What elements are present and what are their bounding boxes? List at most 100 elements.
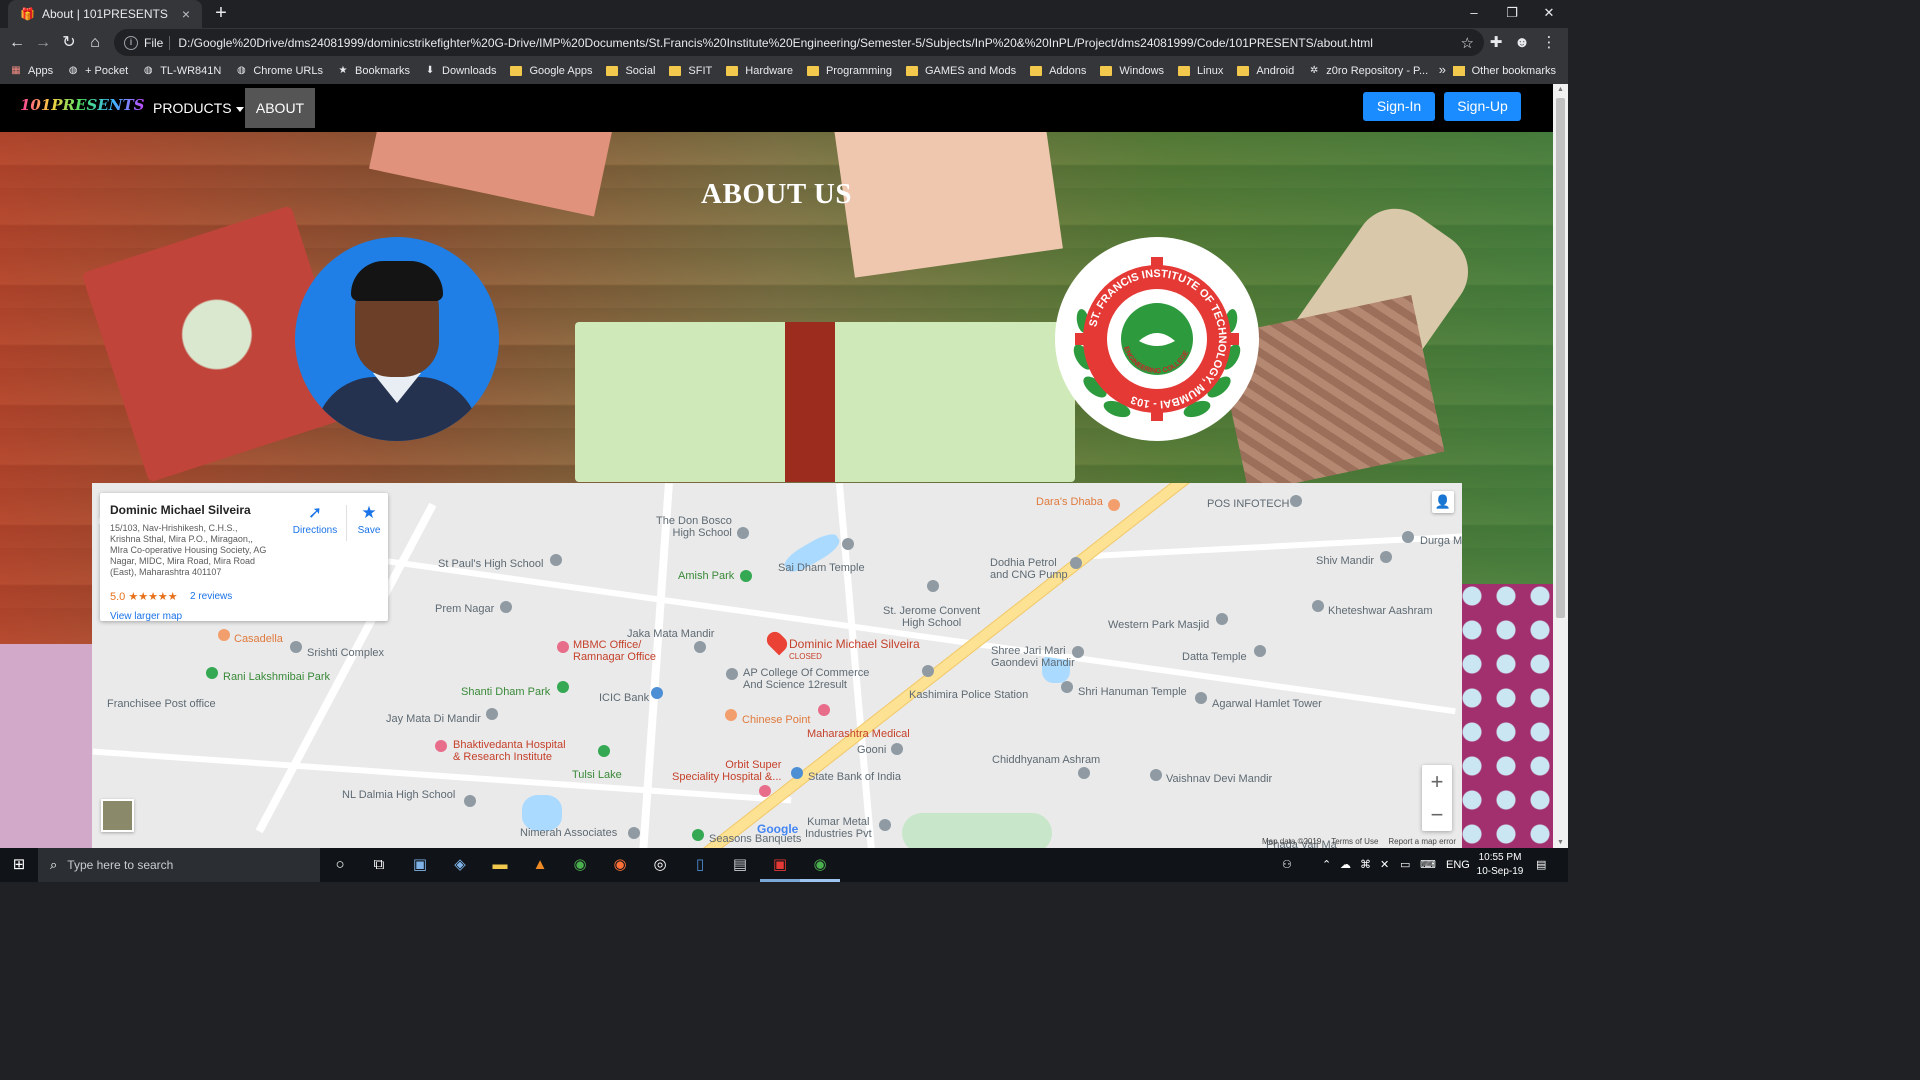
scrollbar-thumb[interactable] <box>1556 98 1565 618</box>
keyboard-icon[interactable]: ⌨ <box>1420 848 1436 882</box>
poi-rani-lakshmibai[interactable]: Rani Lakshmibai Park <box>223 671 330 683</box>
bookmark-folder-google-apps[interactable]: Google Apps <box>510 65 592 77</box>
remote-desktop-icon[interactable]: ▣ <box>408 853 432 877</box>
map-poi-pin[interactable] <box>1195 692 1207 704</box>
poi-hanuman-temple[interactable]: Shri Hanuman Temple <box>1078 686 1187 698</box>
system-clock[interactable]: 10:55 PM 10-Sep-19 <box>1470 851 1530 879</box>
poi-jari-mari[interactable]: Shree Jari Mari Gaondevi Mandir <box>991 645 1075 669</box>
map-poi-pin[interactable] <box>1108 499 1120 511</box>
bookmark-folder-programming[interactable]: Programming <box>806 65 892 77</box>
language-indicator[interactable]: ENG <box>1446 848 1470 882</box>
poi-nimerah[interactable]: Nimerah Associates <box>520 827 617 839</box>
map-poi-pin[interactable] <box>694 641 706 653</box>
map-poi-pin[interactable] <box>1290 495 1302 507</box>
task-view-icon[interactable]: ⧉ <box>367 853 391 877</box>
map-poi-pin[interactable] <box>550 554 562 566</box>
back-icon[interactable]: ← <box>6 32 28 54</box>
onedrive-cloud-icon[interactable]: ☁ <box>1340 848 1351 882</box>
bookmark-downloads[interactable]: ⬇ Downloads <box>424 65 497 77</box>
poi-maharashtra-medical[interactable]: Maharashtra Medical <box>807 728 910 740</box>
taskbar-search-box[interactable]: ⌕ Type here to search <box>38 848 320 882</box>
map-poi-pin[interactable] <box>818 704 830 716</box>
xbox-icon[interactable]: ◎ <box>648 853 672 877</box>
map-poi-pin[interactable] <box>464 795 476 807</box>
restore-button[interactable]: ❐ <box>1493 0 1531 28</box>
poi-bhaktivedanta[interactable]: Bhaktivedanta Hospital & Research Instit… <box>453 739 566 763</box>
bookmark-folder-social[interactable]: Social <box>606 65 655 77</box>
poi-st-pauls[interactable]: St Paul's High School <box>438 558 543 570</box>
home-icon[interactable]: ⌂ <box>84 32 106 54</box>
map-poi-pin[interactable] <box>651 687 663 699</box>
bookmark-star-icon[interactable]: ☆ <box>1461 34 1474 52</box>
volume-muted-icon[interactable]: ✕ <box>1380 848 1389 882</box>
battery-icon[interactable]: ▭ <box>1400 848 1410 882</box>
network-app-icon[interactable]: ◈ <box>448 853 472 877</box>
file-explorer-icon[interactable]: ▬ <box>488 853 512 877</box>
phone-app-icon[interactable]: ▯ <box>688 853 712 877</box>
map-poi-pin[interactable] <box>891 743 903 755</box>
map-poi-pin[interactable] <box>692 829 704 841</box>
other-bookmarks[interactable]: Other bookmarks <box>1452 58 1556 84</box>
menu-kebab-icon[interactable]: ⋮ <box>1540 34 1558 52</box>
map-poi-pin[interactable] <box>1070 557 1082 569</box>
device-manager-icon[interactable]: ▤ <box>728 853 752 877</box>
map-poi-pin[interactable] <box>598 745 610 757</box>
poi-shanti-dham[interactable]: Shanti Dham Park <box>461 686 550 698</box>
poi-daras-dhaba[interactable]: Dara's Dhaba <box>1036 496 1103 508</box>
info-icon[interactable]: i <box>124 35 138 50</box>
forward-icon[interactable]: → <box>32 32 54 54</box>
street-view-pegman-icon[interactable]: 👤 <box>1432 491 1454 513</box>
poi-franchisee-post[interactable]: Franchisee Post office <box>107 698 216 710</box>
poi-jay-mata-di[interactable]: Jay Mata Di Mandir <box>386 713 481 725</box>
map-poi-pin[interactable] <box>737 527 749 539</box>
people-icon[interactable]: ⚇ <box>1282 848 1292 882</box>
poi-icic-bank[interactable]: ICIC Bank <box>599 692 649 704</box>
map-poi-pin[interactable] <box>435 740 447 752</box>
poi-casadella[interactable]: Casadella <box>234 633 283 645</box>
bookmark-folder-addons[interactable]: Addons <box>1030 65 1086 77</box>
view-larger-map-link[interactable]: View larger map <box>110 611 182 622</box>
browser-tab-active[interactable]: 🎁 About | 101PRESENTS × <box>8 0 202 28</box>
report-error-link[interactable]: Report a map error <box>1388 837 1456 846</box>
marker-label[interactable]: Dominic Michael Silveira <box>789 638 920 650</box>
map-poi-pin[interactable] <box>759 785 771 797</box>
bookmark-folder-hardware[interactable]: Hardware <box>726 65 793 77</box>
poi-dodhia-petrol[interactable]: Dodhia Petrol and CNG Pump <box>990 557 1068 581</box>
bookmark-z0ro-repository[interactable]: ✲ z0ro Repository - P... <box>1308 65 1428 77</box>
google-map-embed[interactable]: The Don Bosco High School Dara's Dhaba P… <box>92 483 1462 848</box>
map-poi-pin[interactable] <box>842 538 854 550</box>
map-poi-pin[interactable] <box>486 708 498 720</box>
save-button[interactable]: ★ Save <box>354 503 384 536</box>
extensions-puzzle-icon[interactable]: ✚ <box>1487 34 1505 52</box>
reviews-link[interactable]: 2 reviews <box>190 591 232 602</box>
terms-link[interactable]: Terms of Use <box>1331 837 1378 846</box>
poi-tulsi-lake[interactable]: Tulsi Lake <box>572 769 622 781</box>
bookmark-folder-windows[interactable]: Windows <box>1100 65 1164 77</box>
nav-about-link[interactable]: ABOUT <box>245 88 315 128</box>
windows-start-icon[interactable]: ⊞ <box>0 848 38 882</box>
poi-kashimira-police[interactable]: Kashimira Police Station <box>909 689 1028 701</box>
url-text[interactable]: D:/Google%20Drive/dms24081999/dominicstr… <box>178 36 1460 50</box>
action-center-icon[interactable]: ▤ <box>1536 848 1546 882</box>
new-tab-button[interactable]: + <box>210 3 232 25</box>
map-poi-pin[interactable] <box>1078 767 1090 779</box>
page-scrollbar[interactable]: ▲ ▼ <box>1553 84 1568 848</box>
poi-chinese-point[interactable]: Chinese Point <box>742 714 811 726</box>
poi-shiv-mandir[interactable]: Shiv Mandir <box>1316 555 1374 567</box>
map-poi-pin[interactable] <box>879 819 891 831</box>
bookmark-pocket[interactable]: ◍ + Pocket <box>67 65 128 77</box>
poi-prem-nagar[interactable]: Prem Nagar <box>435 603 494 615</box>
poi-mbmc-office[interactable]: MBMC Office/ Ramnagar Office <box>573 639 656 663</box>
map-poi-pin[interactable] <box>1380 551 1392 563</box>
map-poi-pin[interactable] <box>740 570 752 582</box>
bookmark-folder-games[interactable]: GAMES and Mods <box>905 65 1016 77</box>
zoom-out-button[interactable]: − <box>1422 798 1452 831</box>
poi-chiddhyanam[interactable]: Chiddhyanam Ashram <box>992 754 1100 766</box>
poi-amish-park[interactable]: Amish Park <box>678 570 734 582</box>
poi-kumar-metal[interactable]: Kumar Metal Industries Pvt <box>805 816 872 840</box>
bookmark-bookmarks[interactable]: ★ Bookmarks <box>337 65 411 77</box>
profile-avatar-icon[interactable]: ☻ <box>1513 34 1531 52</box>
map-poi-pin[interactable] <box>1312 600 1324 612</box>
map-poi-pin[interactable] <box>206 667 218 679</box>
media-app-icon[interactable]: ▣ <box>768 853 792 877</box>
